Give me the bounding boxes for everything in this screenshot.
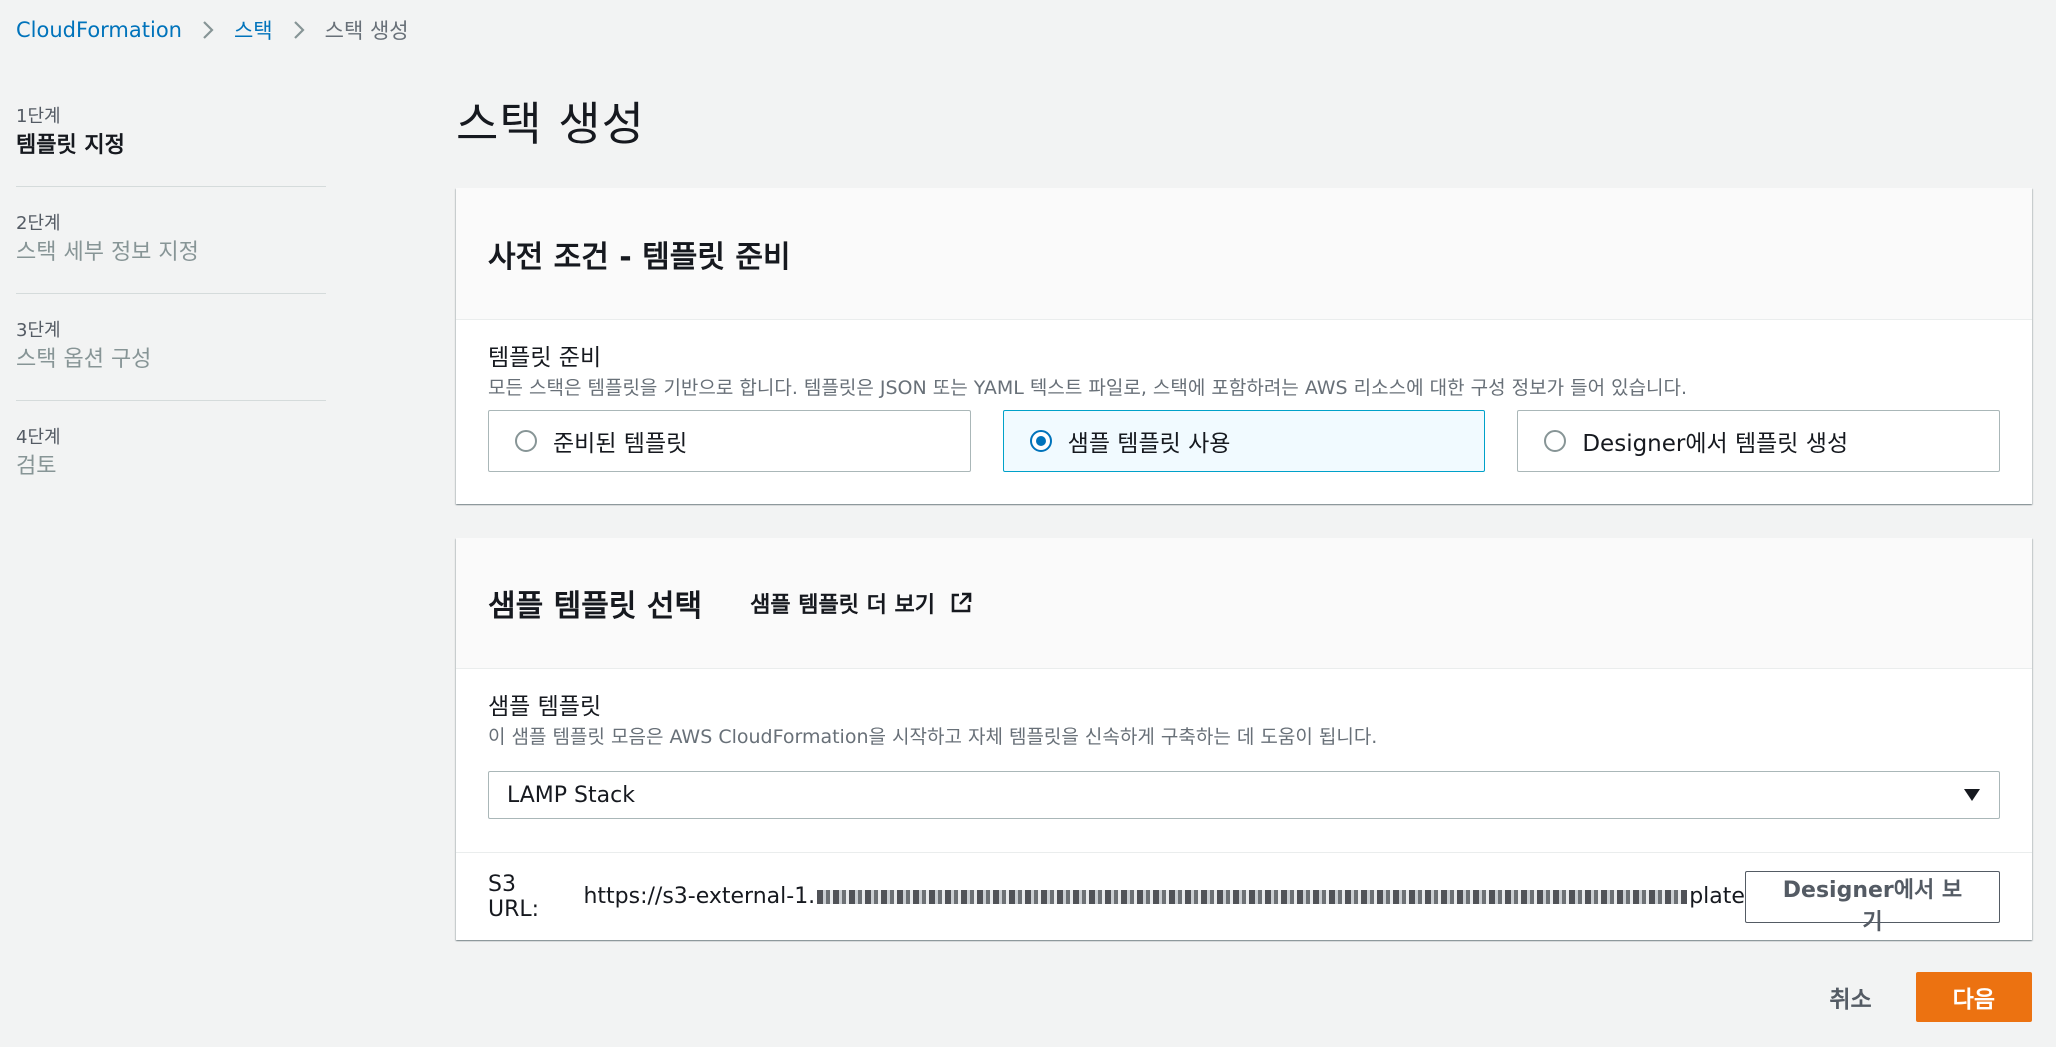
container-header: 사전 조건 - 템플릿 준비 (456, 188, 2032, 320)
breadcrumb: CloudFormation 스택 스택 생성 (16, 14, 409, 46)
s3-url-prefix: https://s3-external-1. (583, 884, 816, 909)
radio-button[interactable] (515, 430, 537, 452)
s3-url-suffix: plate (1689, 884, 1745, 909)
breadcrumb-current: 스택 생성 (324, 19, 409, 43)
wizard-step-4: 4단계 검토 (16, 425, 326, 507)
field-description: 모든 스택은 템플릿을 기반으로 합니다. 템플릿은 JSON 또는 YAML … (488, 377, 1688, 399)
external-link-icon (951, 592, 972, 613)
wizard-step-3: 3단계 스택 옵션 구성 (16, 318, 326, 401)
field-description: 이 샘플 템플릿 모음은 AWS CloudFormation을 시작하고 자체… (488, 726, 1378, 748)
step-title: 스택 세부 정보 지정 (16, 240, 199, 265)
more-sample-templates-link[interactable]: 샘플 템플릿 더 보기 (750, 587, 973, 619)
page-title: 스택 생성 (456, 97, 645, 151)
step-number: 1단계 (16, 106, 61, 127)
field-label: 샘플 템플릿 (488, 694, 602, 720)
view-in-designer-button[interactable]: Designer에서 보기 (1744, 870, 2000, 935)
prepare-template-container: 사전 조건 - 템플릿 준비 템플릿 준비 모든 스택은 템플릿을 기반으로 합… (456, 188, 2032, 504)
s3-url-value: https://s3-external-1. plate (583, 884, 1744, 909)
tile-template-ready[interactable]: 준비된 템플릿 (488, 410, 971, 472)
tile-label: Designer에서 템플릿 생성 (1582, 431, 1849, 457)
s3-url-label: S3 URL: (488, 871, 540, 922)
wizard-step-1: 1단계 템플릿 지정 (16, 104, 326, 187)
cancel-button[interactable]: 취소 (1809, 980, 1891, 1014)
breadcrumb-cloudformation[interactable]: CloudFormation (16, 18, 182, 42)
step-number: 4단계 (16, 427, 61, 448)
next-button[interactable]: 다음 (1915, 972, 2032, 1022)
tile-create-in-designer[interactable]: Designer에서 템플릿 생성 (1517, 410, 2001, 472)
caret-down-icon (1964, 789, 1980, 801)
container-title: 샘플 템플릿 선택 (488, 589, 703, 624)
link-label: 샘플 템플릿 더 보기 (750, 593, 935, 618)
breadcrumb-stacks[interactable]: 스택 (234, 15, 273, 45)
wizard-step-2: 2단계 스택 세부 정보 지정 (16, 211, 326, 294)
wizard-actions: 취소 다음 (1809, 972, 2032, 1022)
sample-template-container: 샘플 템플릿 선택 샘플 템플릿 더 보기 샘플 템플릿 이 샘플 템플릿 모음… (456, 538, 2032, 940)
tile-label: 샘플 템플릿 사용 (1067, 431, 1231, 457)
wizard-steps: 1단계 템플릿 지정 2단계 스택 세부 정보 지정 3단계 스택 옵션 구성 … (16, 104, 326, 531)
step-number: 2단계 (16, 213, 61, 234)
radio-button[interactable] (1544, 430, 1567, 452)
s3-url-row: S3 URL: https://s3-external-1. plate Desi… (456, 852, 2032, 940)
container-title: 사전 조건 - 템플릿 준비 (488, 239, 791, 275)
chevron-right-icon (293, 20, 305, 40)
step-title: 검토 (16, 454, 57, 479)
tile-label: 준비된 템플릿 (553, 431, 688, 457)
field-label: 템플릿 준비 (488, 345, 602, 371)
template-source-tiles: 준비된 템플릿 샘플 템플릿 사용 Designer에서 템플릿 생성 (488, 410, 2001, 472)
radio-button-checked[interactable] (1029, 430, 1052, 452)
step-title: 스택 옵션 구성 (16, 347, 152, 372)
chevron-right-icon (202, 20, 214, 40)
container-header: 샘플 템플릿 선택 샘플 템플릿 더 보기 (456, 538, 2032, 669)
step-title: 템플릿 지정 (16, 133, 125, 158)
tile-use-sample-template[interactable]: 샘플 템플릿 사용 (1002, 410, 1486, 472)
select-value: LAMP Stack (507, 782, 635, 808)
step-number: 3단계 (16, 320, 61, 341)
redacted-text (817, 890, 1688, 904)
sample-template-select[interactable]: LAMP Stack (488, 771, 2000, 819)
